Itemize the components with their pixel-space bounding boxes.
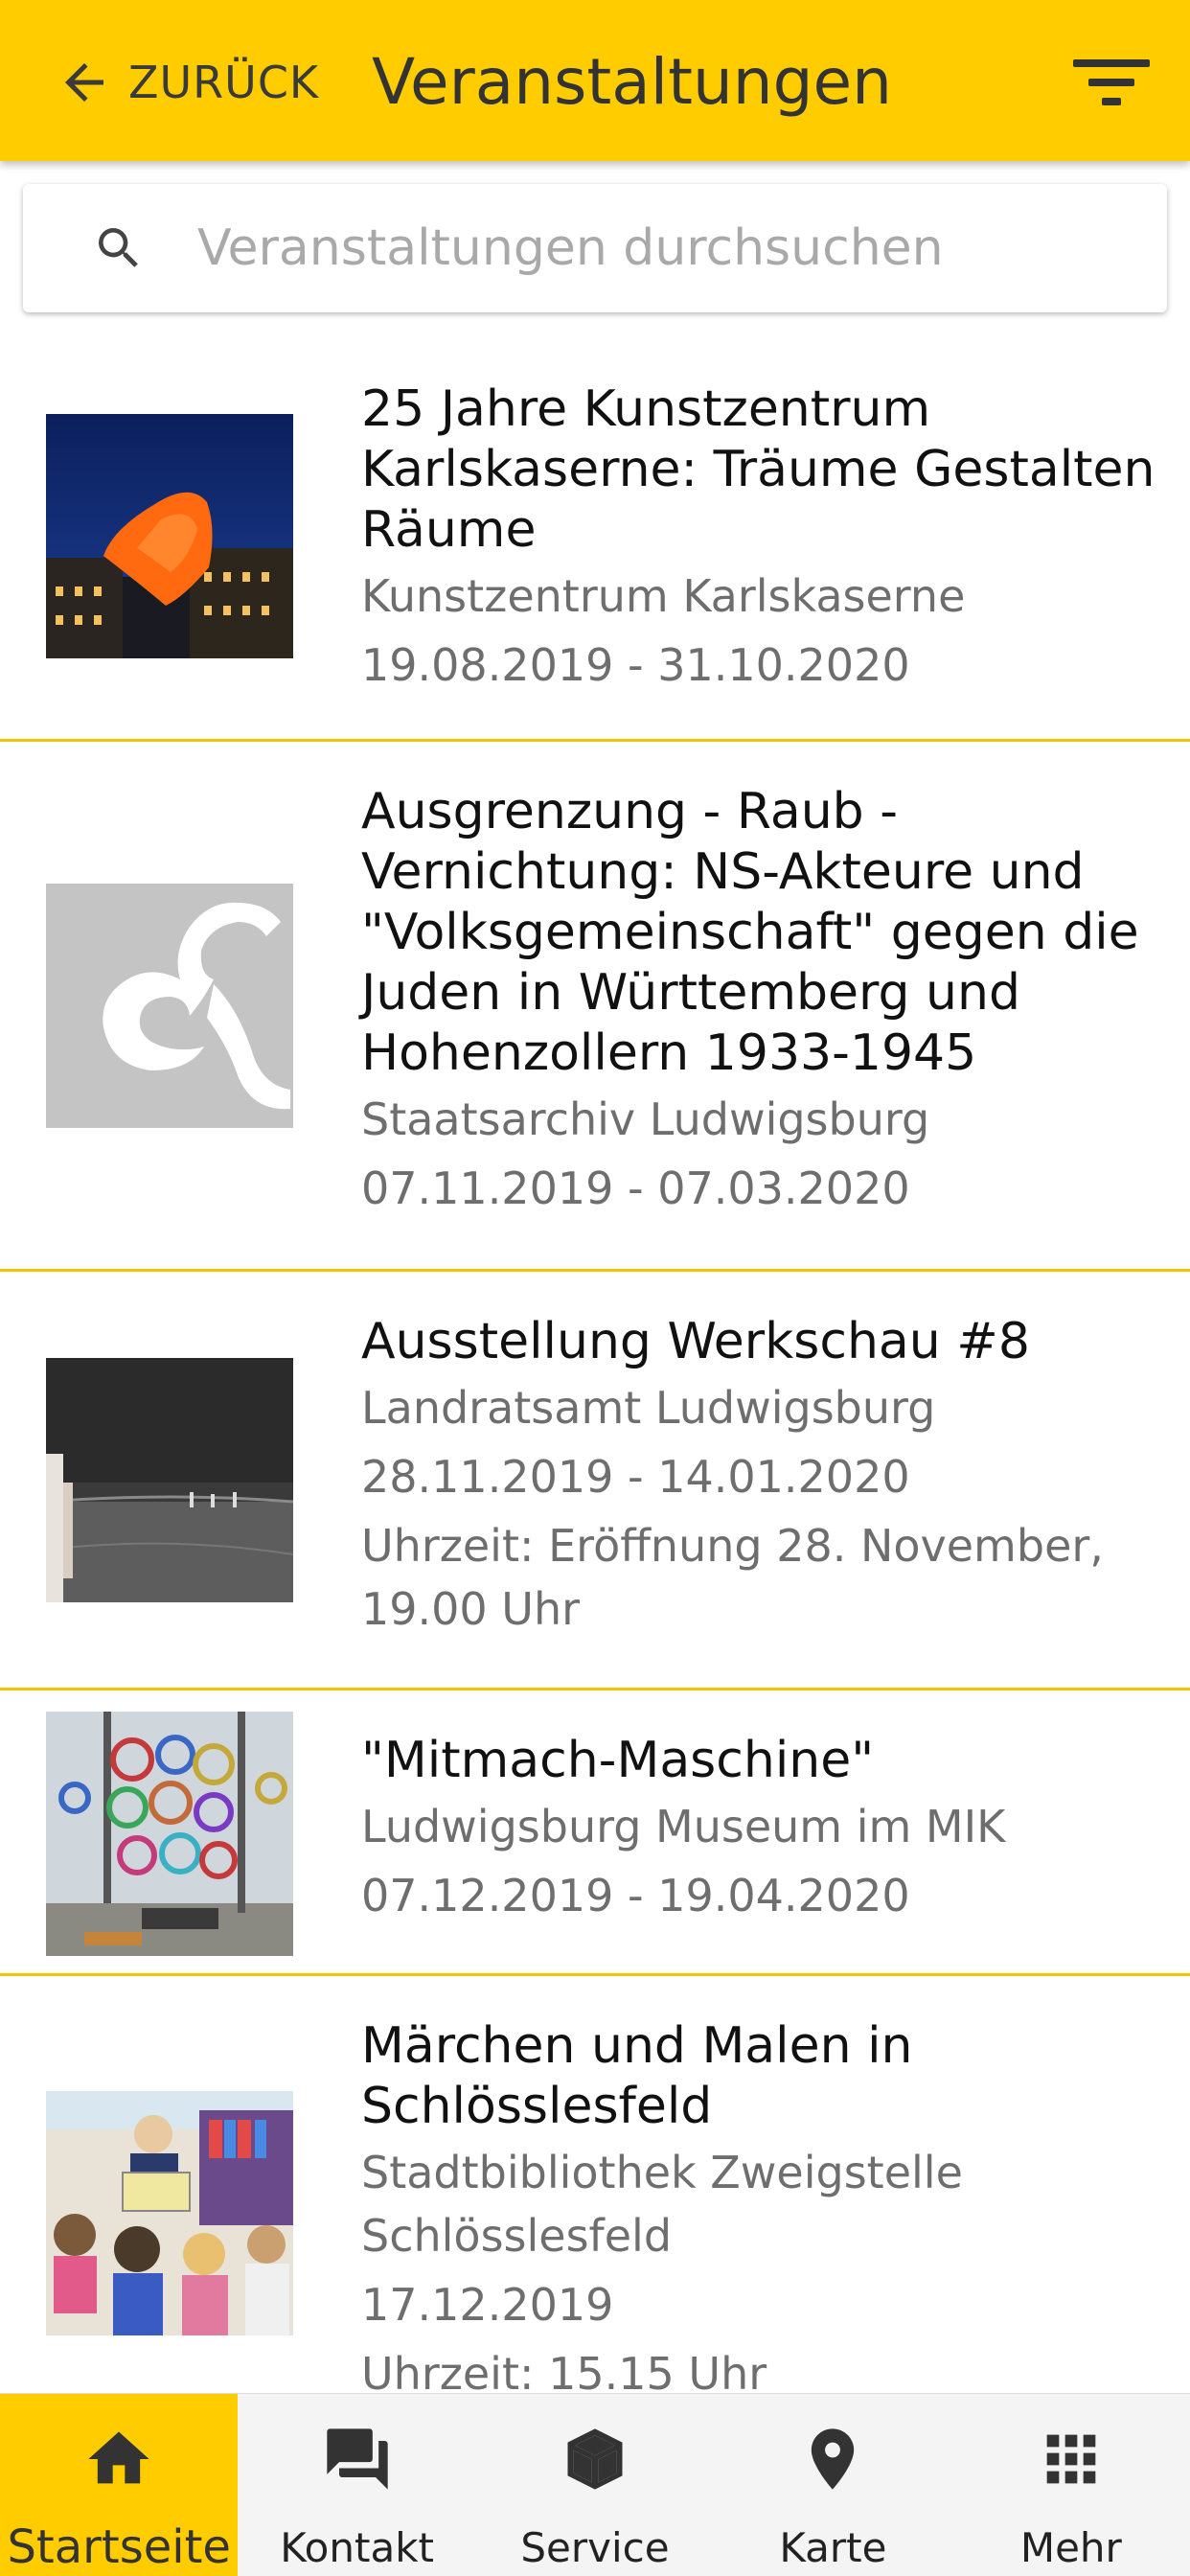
event-text: 25 Jahre Kunstzentrum Karlskaserne: Träu… xyxy=(361,380,1166,697)
search-icon xyxy=(99,228,138,267)
nav-label: Startseite xyxy=(7,2520,231,2574)
event-text: "Mitmach-Maschine" Ludwigsburg Museum im… xyxy=(361,1731,1166,1927)
event-time: Uhrzeit: 15.15 Uhr xyxy=(361,2348,767,2396)
event-date: 07.12.2019 - 19.04.2020 xyxy=(361,1870,910,1921)
back-button[interactable]: ZURÜCK xyxy=(56,44,319,121)
event-text: Ausgrenzung - Raub - Vernichtung: NS-Akt… xyxy=(361,782,1166,1220)
nav-item-startseite[interactable]: Startseite xyxy=(0,2394,239,2576)
page-title: Veranstaltungen xyxy=(372,45,892,119)
back-label: ZURÜCK xyxy=(128,57,320,108)
event-title: 25 Jahre Kunstzentrum Karlskaserne: Träu… xyxy=(361,380,1156,559)
event-thumbnail xyxy=(46,884,293,1128)
event-list: 25 Jahre Kunstzentrum Karlskaserne: Träu… xyxy=(0,337,1190,2396)
event-list-item[interactable]: 25 Jahre Kunstzentrum Karlskaserne: Träu… xyxy=(0,337,1190,742)
event-title: Ausstellung Werkschau #8 xyxy=(361,1313,1030,1370)
map-pin-icon xyxy=(812,2428,855,2490)
event-thumbnail xyxy=(46,1358,293,1602)
event-date: 07.11.2019 - 07.03.2020 xyxy=(361,1162,910,1214)
event-thumbnail xyxy=(46,2091,293,2335)
nav-label: Service xyxy=(520,2524,670,2571)
event-date: 28.11.2019 - 14.01.2020 xyxy=(361,1451,910,1503)
nav-label: Karte xyxy=(779,2524,887,2571)
nav-item-mehr[interactable]: Mehr xyxy=(952,2394,1190,2576)
event-location: Landratsamt Ludwigsburg xyxy=(361,1382,936,1434)
event-location: Stadtbibliothek Zweigstelle Schlösslesfe… xyxy=(361,2147,963,2262)
chat-icon xyxy=(326,2428,388,2490)
event-title: Märchen und Malen in Schlösslesfeld xyxy=(361,2017,913,2135)
event-text: Ausstellung Werkschau #8 Landratsamt Lud… xyxy=(361,1312,1166,1641)
nav-item-kontakt[interactable]: Kontakt xyxy=(238,2394,475,2576)
event-date: 19.08.2019 - 31.10.2020 xyxy=(361,639,910,691)
home-icon xyxy=(88,2431,149,2484)
grid-icon xyxy=(1046,2434,1096,2484)
app-bar: ZURÜCK Veranstaltungen xyxy=(0,0,1190,161)
filter-icon[interactable] xyxy=(1073,52,1150,113)
event-text: Märchen und Malen in Schlösslesfeld Stad… xyxy=(361,2016,1166,2396)
bottom-navigation: Startseite Kontakt Service Karte Mehr xyxy=(0,2393,1190,2576)
event-date: 17.12.2019 xyxy=(361,2279,614,2331)
nav-label: Mehr xyxy=(1019,2524,1122,2571)
nav-item-karte[interactable]: Karte xyxy=(714,2394,951,2576)
event-time: Uhrzeit: Eröffnung 28. November, 19.00 U… xyxy=(361,1520,1104,1635)
event-list-item[interactable]: Märchen und Malen in Schlösslesfeld Stad… xyxy=(0,1976,1190,2396)
event-location: Kunstzentrum Karlskaserne xyxy=(361,570,966,622)
search-input[interactable] xyxy=(197,219,1117,277)
event-location: Ludwigsburg Museum im MIK xyxy=(361,1801,1006,1852)
event-list-item[interactable]: Ausgrenzung - Raub - Vernichtung: NS-Akt… xyxy=(0,742,1190,1272)
search-bar[interactable] xyxy=(23,184,1167,312)
box-icon xyxy=(567,2428,623,2490)
nav-label: Kontakt xyxy=(280,2524,434,2571)
nav-item-service[interactable]: Service xyxy=(476,2394,714,2576)
event-list-item[interactable]: "Mitmach-Maschine" Ludwigsburg Museum im… xyxy=(0,1690,1190,1976)
event-title: "Mitmach-Maschine" xyxy=(361,1732,875,1789)
arrow-back-icon xyxy=(65,63,103,102)
event-thumbnail xyxy=(46,414,293,658)
event-thumbnail xyxy=(46,1712,293,1956)
event-list-item[interactable]: Ausstellung Werkschau #8 Landratsamt Lud… xyxy=(0,1272,1190,1690)
event-title: Ausgrenzung - Raub - Vernichtung: NS-Akt… xyxy=(361,783,1139,1082)
event-location: Staatsarchiv Ludwigsburg xyxy=(361,1093,930,1145)
